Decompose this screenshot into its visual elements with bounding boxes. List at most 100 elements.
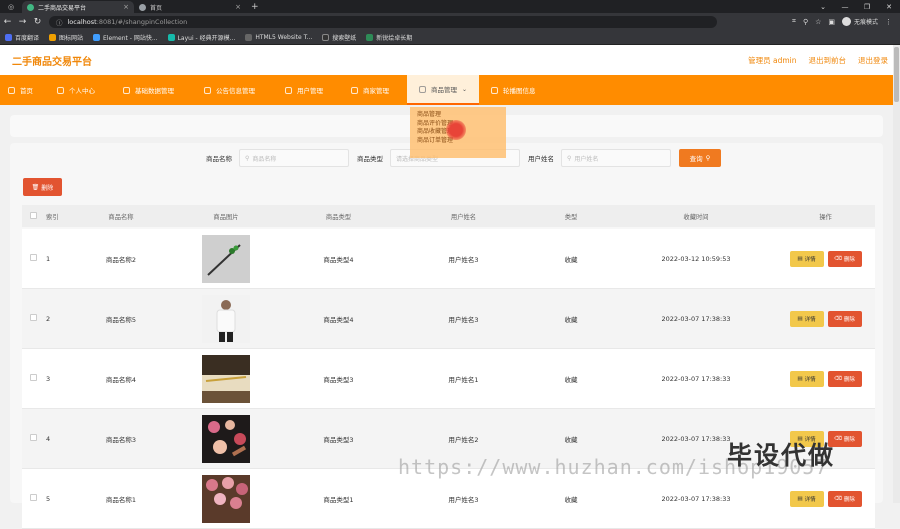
url-host: localhost — [67, 17, 97, 26]
back-arrow-icon[interactable]: ← — [0, 17, 15, 27]
menu-icon[interactable]: ⋮ — [885, 18, 892, 26]
select-all-checkbox[interactable] — [22, 211, 44, 221]
maximize-icon[interactable]: ❐ — [856, 0, 878, 13]
bookmark-item[interactable]: 图标网站 — [49, 33, 83, 42]
scrollbar-thumb[interactable] — [894, 47, 899, 102]
bookmark-icon — [167, 33, 175, 41]
row-user: 用户姓名2 — [448, 435, 479, 444]
row-user: 用户姓名1 — [448, 375, 479, 384]
trash-icon: ⌫ — [834, 315, 842, 322]
search-icon: ⚲ — [245, 154, 250, 162]
goods-name-input[interactable]: ⚲ 商品名称 — [239, 149, 349, 167]
table-row: 1 商品名称2 商品类型4 用户姓名3 收藏 2022-03-12 10:59:… — [22, 229, 875, 289]
nav-item-home[interactable]: 首页 — [8, 75, 33, 105]
users-icon — [285, 86, 292, 94]
nav-item-merchants[interactable]: 商家管理 — [351, 75, 389, 105]
detail-button[interactable]: ▤ 详情 — [789, 250, 824, 267]
delete-button[interactable]: ⌫ 删除 — [827, 490, 862, 507]
close-icon[interactable]: × — [235, 3, 241, 11]
row-kind: 收藏 — [564, 375, 578, 384]
row-kind: 收藏 — [564, 315, 578, 324]
table-row: 3 商品名称4 商品类型3 用户姓名1 收藏 2022-03-07 17:38:… — [22, 349, 875, 409]
row-name: 商品名称2 — [105, 255, 137, 264]
batch-delete-button[interactable]: 🗑 删除 — [23, 178, 62, 196]
bookmark-item[interactable]: 百度翻译 — [5, 33, 39, 42]
nav-label: 商家管理 — [363, 87, 389, 95]
nav-item-profile[interactable]: 个人中心 — [57, 75, 95, 105]
window-controls: ⌄ — ❐ ✕ — [812, 0, 900, 13]
submenu-item-goods[interactable]: 商品管理 — [417, 111, 499, 120]
nav-item-goods[interactable]: 商品管理 ⌄ — [407, 75, 480, 105]
bookmark-item[interactable]: Element - 网站快... — [93, 33, 158, 42]
star-icon[interactable]: ☆ — [815, 18, 821, 26]
bookmark-item[interactable]: HTML5 Website T... — [245, 33, 312, 41]
row-type: 商品类型1 — [323, 495, 354, 504]
detail-button[interactable]: ▤ 详情 — [789, 370, 824, 387]
user-name-input[interactable]: ⚲ 用户姓名 — [561, 149, 671, 167]
browser-tab-1[interactable]: 二手商品交易平台 × — [22, 1, 134, 13]
zoom-icon[interactable]: ⚲ — [803, 18, 808, 26]
extensions-icon[interactable]: ▣ — [828, 18, 835, 26]
bookmark-item[interactable]: 搜索壁纸 — [322, 33, 356, 42]
query-button[interactable]: 查询 ⚲ — [679, 149, 721, 167]
delete-label: 删除 — [843, 376, 855, 383]
bookmarks-bar: 百度翻译 图标网站 Element - 网站快... Layui - 经典开源模… — [0, 30, 900, 45]
profile-button[interactable]: 无痕模式 — [841, 17, 878, 26]
logout-link[interactable]: 退出登录 — [858, 55, 888, 66]
close-icon[interactable]: × — [123, 3, 129, 11]
close-window-icon[interactable]: ✕ — [878, 0, 900, 13]
row-time: 2022-03-12 10:59:53 — [661, 254, 731, 263]
vue-icon — [27, 3, 34, 11]
url-path: :8081/#/shangpinCollection — [96, 17, 188, 26]
row-index: 1 — [46, 254, 51, 263]
bookmark-item[interactable]: 新锐绘卓长期 — [366, 33, 412, 42]
browser-tab-2[interactable]: 首页 × — [134, 1, 246, 13]
delete-label: 删除 — [843, 256, 855, 263]
bookmark-label: Element - 网站快... — [103, 34, 158, 42]
row-checkbox[interactable] — [22, 314, 44, 323]
minimize-icon[interactable]: — — [834, 0, 856, 13]
row-checkbox[interactable] — [22, 254, 44, 263]
new-tab-button[interactable]: + — [246, 1, 264, 13]
grid-icon — [123, 86, 130, 94]
row-checkbox[interactable] — [22, 374, 44, 383]
search-label-type: 商品类型 — [357, 155, 383, 163]
watermark-text: 毕设代做 — [727, 441, 836, 470]
row-type: 商品类型4 — [323, 255, 354, 264]
col-name: 商品名称 — [108, 213, 134, 221]
nav-item-notice[interactable]: 公告信息管理 — [204, 75, 255, 105]
detail-button[interactable]: ▤ 详情 — [789, 310, 824, 327]
back-to-front-link[interactable]: 退出到前台 — [809, 55, 847, 66]
tab-search-icon[interactable]: ◎ — [0, 0, 22, 13]
page-scrollbar[interactable] — [893, 45, 900, 503]
product-thumbnail — [202, 234, 250, 283]
globe-icon — [139, 3, 146, 11]
row-checkbox[interactable] — [22, 494, 44, 503]
nav-item-carousel[interactable]: 轮播图信息 — [491, 75, 536, 105]
doc-icon: ▤ — [797, 315, 803, 322]
avatar — [841, 17, 851, 26]
forward-arrow-icon[interactable]: → — [15, 17, 30, 27]
main-nav: 首页 个人中心 基础数据管理 公告信息管理 用户管理 商家管理 商品管理 ⌄ 轮播… — [0, 75, 893, 105]
delete-button[interactable]: ⌫ 删除 — [827, 370, 862, 387]
nav-item-users[interactable]: 用户管理 — [285, 75, 323, 105]
shop-icon — [351, 86, 358, 94]
delete-button[interactable]: ⌫ 删除 — [827, 250, 862, 267]
trash-icon: ⌫ — [834, 255, 842, 262]
detail-button[interactable]: ▤ 详情 — [789, 490, 824, 507]
dropdown-icon[interactable]: ⌄ — [812, 0, 834, 13]
row-name: 商品名称3 — [105, 435, 137, 444]
row-checkbox[interactable] — [22, 434, 44, 443]
address-bar[interactable]: ⓘ localhost:8081/#/shangpinCollection — [49, 15, 717, 28]
delete-button[interactable]: ⌫ 删除 — [827, 310, 862, 327]
trash-icon: ⌫ — [834, 435, 842, 442]
row-image — [176, 354, 276, 403]
nav-item-base-data[interactable]: 基础数据管理 — [123, 75, 174, 105]
doc-icon: ▤ — [797, 495, 803, 502]
row-image — [176, 234, 276, 283]
translate-icon[interactable]: ⌗ — [792, 17, 796, 26]
query-label: 查询 — [689, 155, 703, 163]
bookmark-item[interactable]: Layui - 经典开源模... — [167, 33, 235, 42]
row-actions: ▤ 详情 ⌫ 删除 — [776, 250, 875, 267]
reload-icon[interactable]: ↻ — [30, 17, 45, 27]
